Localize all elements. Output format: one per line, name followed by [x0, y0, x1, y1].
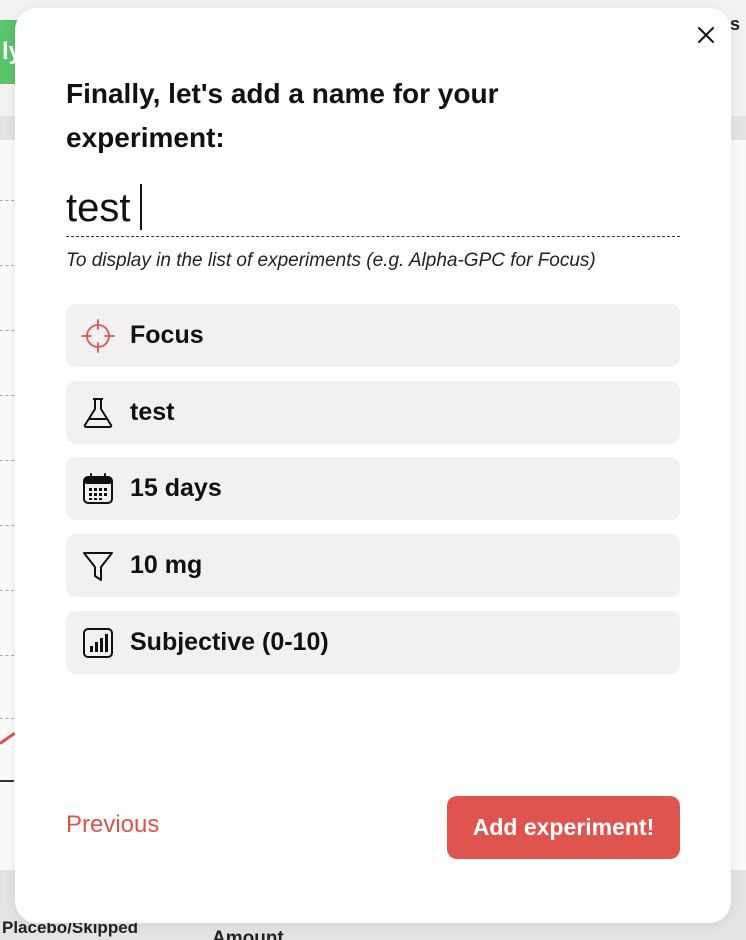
close-icon: [698, 27, 714, 43]
summary-row-measurement[interactable]: Subjective (0-10): [66, 611, 680, 674]
background-gridline: [0, 718, 14, 719]
background-amount-label: Amount: [212, 928, 284, 940]
summary-row-dosage[interactable]: 10 mg: [66, 534, 680, 597]
experiment-name-input[interactable]: [66, 180, 680, 236]
background-gridline: [0, 330, 14, 331]
summary-row-substance[interactable]: test: [66, 381, 680, 444]
summary-label-duration: 15 days: [130, 474, 222, 502]
background-chart-axis: [0, 780, 14, 782]
background-corner-text: s: [729, 14, 740, 34]
background-gridline: [0, 200, 14, 201]
calendar-icon: [80, 471, 116, 507]
summary-row-goal[interactable]: Focus: [66, 304, 680, 367]
summary-label-substance: test: [130, 398, 175, 426]
summary-label-measurement: Subjective (0-10): [130, 628, 329, 656]
bar-chart-icon: [80, 625, 116, 661]
add-experiment-button[interactable]: Add experiment!: [447, 796, 680, 859]
summary-label-dosage: 10 mg: [130, 551, 203, 579]
text-caret: [140, 184, 142, 230]
summary-row-duration[interactable]: 15 days: [66, 457, 680, 520]
background-gridline: [0, 395, 14, 396]
previous-button[interactable]: Previous: [66, 811, 159, 839]
name-hint: To display in the list of experiments (e…: [66, 250, 596, 271]
background-gridline: [0, 525, 14, 526]
flask-icon: [80, 395, 116, 431]
add-experiment-modal: Finally, let's add a name for your exper…: [15, 8, 731, 923]
background-gridline: [0, 460, 14, 461]
modal-title: Finally, let's add a name for your exper…: [66, 78, 499, 153]
background-gridline: [0, 265, 14, 266]
summary-label-goal: Focus: [130, 321, 204, 349]
background-gridline: [0, 655, 14, 656]
close-button[interactable]: [695, 24, 717, 46]
funnel-icon: [80, 548, 116, 584]
target-icon: [80, 318, 116, 354]
background-gridline: [0, 590, 14, 591]
experiment-name-field[interactable]: [66, 180, 680, 237]
